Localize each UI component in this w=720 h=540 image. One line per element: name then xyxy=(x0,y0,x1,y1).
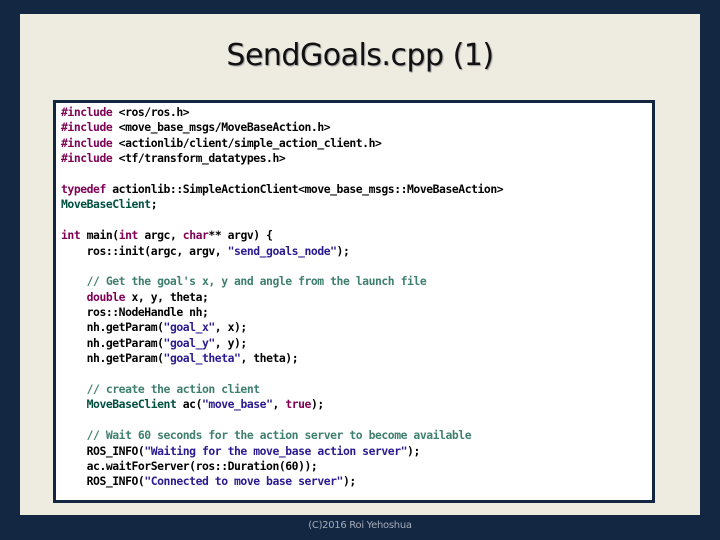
code-string: "Connected to move base server" xyxy=(144,474,343,489)
code-line: double x, y, theta; xyxy=(61,290,503,305)
code-line: #include <tf/transform_datatypes.h> xyxy=(61,151,503,166)
code-keyword: #include xyxy=(61,135,113,150)
code-line: nh.getParam("goal_theta", theta); xyxy=(61,351,503,366)
code-keyword: #include xyxy=(61,120,113,135)
code-line: // Get the goal's x, y and angle from th… xyxy=(61,274,503,289)
code-text: ** argv) { xyxy=(208,228,273,243)
code-line: #include <actionlib/client/simple_action… xyxy=(61,136,503,151)
slide-title: SendGoals.cpp (1) xyxy=(226,38,494,73)
code-text: <move_base_msgs/MoveBaseAction.h> xyxy=(112,120,331,135)
code-line: typedef actionlib::SimpleActionClient<mo… xyxy=(61,181,504,197)
code-text: ROS_INFO( xyxy=(61,474,145,489)
code-text: main( xyxy=(80,228,120,243)
code-line: nh.getParam("goal_x", x); xyxy=(61,320,503,335)
code-string: "goal_x" xyxy=(163,320,216,335)
code-text: ros::NodeHandle nh; xyxy=(61,305,209,320)
code-text: <ros/ros.h> xyxy=(112,105,190,119)
code-keyword: #include xyxy=(61,105,113,119)
code-box: #include <ros/ros.h> #include <move_base_… xyxy=(53,100,655,503)
code-line: nh.getParam("goal_y", y); xyxy=(61,336,503,351)
code-line: MoveBaseClient; xyxy=(61,197,503,212)
code-text: nh.getParam( xyxy=(61,335,164,350)
code-text: ros::init(argc, argv, xyxy=(61,243,228,258)
code-line: // create the action client xyxy=(61,382,503,397)
slide-footer-copyright: (C)2016 Roi Yehoshua xyxy=(308,520,412,531)
code-keyword: char xyxy=(182,228,209,243)
code-text: nh.getParam( xyxy=(61,320,164,335)
code-string: "Waiting for the move_base action server… xyxy=(144,443,408,458)
code-line: MoveBaseClient ac("move_base", true); xyxy=(61,397,503,412)
code-string: "send_goals_node" xyxy=(227,243,337,258)
code-string: "goal_y" xyxy=(163,335,216,350)
code-text: ); xyxy=(407,443,420,458)
slide-panel: SendGoals.cpp (1) #include <ros/ros.h> #i… xyxy=(20,14,700,515)
code-comment: // create the action client xyxy=(61,382,260,397)
code-line: ROS_INFO("Connected to move base server"… xyxy=(61,474,503,489)
code-text: , xyxy=(272,397,286,412)
code-line: #include <move_base_msgs/MoveBaseAction.… xyxy=(61,120,503,135)
code-text: ac( xyxy=(176,397,203,412)
code-line: ac.waitForServer(ros::Duration(60)); xyxy=(61,459,503,474)
code-keyword: typedef xyxy=(61,181,106,196)
code-string: "goal_theta" xyxy=(163,351,241,366)
code-type-name: MoveBaseClient xyxy=(86,397,177,412)
code-text: ROS_INFO( xyxy=(61,443,145,458)
code-line: int main(int argc, char** argv) { xyxy=(61,228,503,243)
code-text: ); xyxy=(342,474,356,489)
code-line: #include <ros/ros.h> xyxy=(61,105,503,120)
code-text: , x); xyxy=(214,320,247,335)
code-keyword: double xyxy=(86,289,126,304)
code-block: #include <ros/ros.h> #include <move_base_… xyxy=(61,105,504,490)
code-keyword: #include xyxy=(61,151,113,166)
code-keyword: int xyxy=(61,228,81,243)
code-keyword: int xyxy=(118,228,139,243)
code-text: <actionlib/client/simple_action_client.h… xyxy=(112,135,382,150)
code-text: x, y, theta; xyxy=(125,289,209,304)
code-text: argc, xyxy=(137,228,183,243)
code-line: // Wait 60 seconds for the action server… xyxy=(61,428,503,443)
code-line: ros::init(argc, argv, "send_goals_node")… xyxy=(61,244,503,259)
code-line: ros::NodeHandle nh; xyxy=(61,305,503,320)
code-text: ac.waitForServer(ros::Duration(60)); xyxy=(61,458,318,473)
code-text: ); xyxy=(336,243,350,258)
code-text: actionlib::SimpleActionClient<move_base_… xyxy=(105,181,504,196)
code-text: , y); xyxy=(214,335,247,350)
code-text: <tf/transform_datatypes.h> xyxy=(112,151,286,166)
code-keyword: true xyxy=(285,397,311,412)
code-type-name: MoveBaseClient xyxy=(61,197,151,212)
code-text: ; xyxy=(150,197,158,212)
code-text: , theta); xyxy=(240,351,299,366)
code-text: nh.getParam( xyxy=(61,351,164,366)
code-string: "move_base" xyxy=(202,397,273,412)
code-text: ); xyxy=(310,397,324,412)
code-line: ROS_INFO("Waiting for the move_base acti… xyxy=(61,444,503,459)
code-comment: // Wait 60 seconds for the action server… xyxy=(61,428,472,443)
code-comment: // Get the goal's x, y and angle from th… xyxy=(61,274,427,289)
